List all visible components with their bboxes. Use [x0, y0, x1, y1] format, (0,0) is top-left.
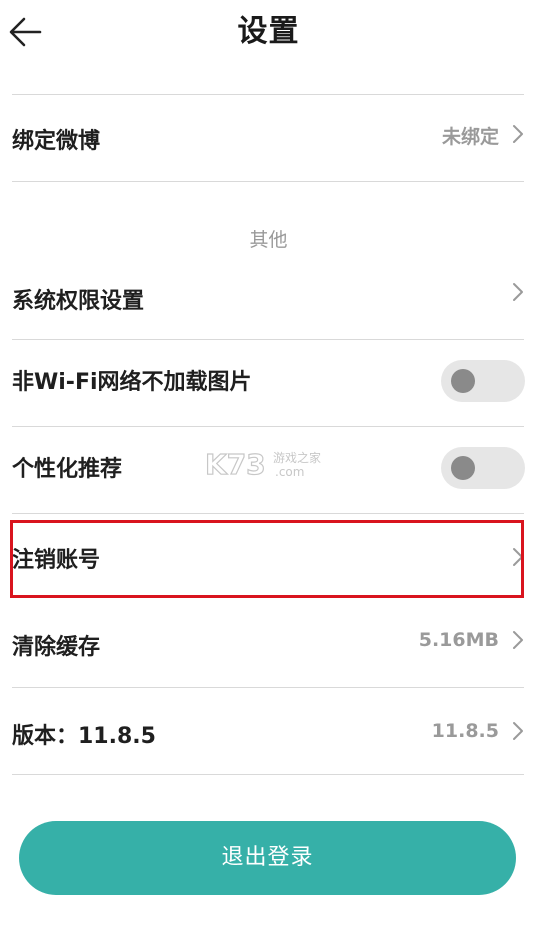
personalized-recommend-label: 个性化推荐 [12, 457, 123, 482]
clear-cache-label: 清除缓存 [12, 635, 101, 660]
toggle-knob [451, 456, 475, 480]
cache-size: 5.16MB [418, 629, 499, 651]
chevron-right-icon [513, 283, 523, 301]
personalized-recommend-toggle[interactable] [441, 447, 525, 489]
highlight-box [10, 520, 524, 598]
chevron-right-icon [513, 125, 523, 143]
logout-button[interactable]: 退出登录 [19, 821, 516, 895]
system-permissions-row[interactable]: 系统权限设置 [0, 262, 537, 338]
divider [12, 181, 524, 182]
version-label: 版本：11.8.5 [12, 724, 156, 749]
divider [12, 774, 524, 775]
watermark-domain: .com [275, 465, 304, 479]
weibo-binding-row[interactable]: 绑定微博 未绑定 [0, 96, 537, 181]
no-wifi-images-toggle[interactable] [441, 360, 525, 402]
watermark-logo: K73 游戏之家 .com [205, 448, 321, 480]
version-row[interactable]: 版本：11.8.5 11.8.5 [0, 688, 537, 774]
page-title: 设置 [237, 14, 300, 49]
weibo-binding-status: 未绑定 [441, 126, 499, 148]
divider [12, 94, 524, 95]
system-permissions-label: 系统权限设置 [12, 289, 145, 314]
clear-cache-row[interactable]: 清除缓存 5.16MB [0, 600, 537, 686]
weibo-binding-label: 绑定微博 [12, 129, 101, 154]
no-wifi-images-row: 非Wi-Fi网络不加载图片 [0, 340, 537, 425]
watermark-brand: K73 [205, 448, 266, 480]
chevron-right-icon [513, 722, 523, 740]
version-value: 11.8.5 [431, 720, 499, 742]
toggle-knob [451, 369, 475, 393]
chevron-right-icon [513, 631, 523, 649]
section-title-other: 其他 [249, 229, 288, 251]
divider [12, 513, 524, 514]
watermark-text: 游戏之家 [273, 450, 321, 465]
no-wifi-images-label: 非Wi-Fi网络不加载图片 [12, 370, 252, 395]
header: 设置 [0, 0, 537, 70]
